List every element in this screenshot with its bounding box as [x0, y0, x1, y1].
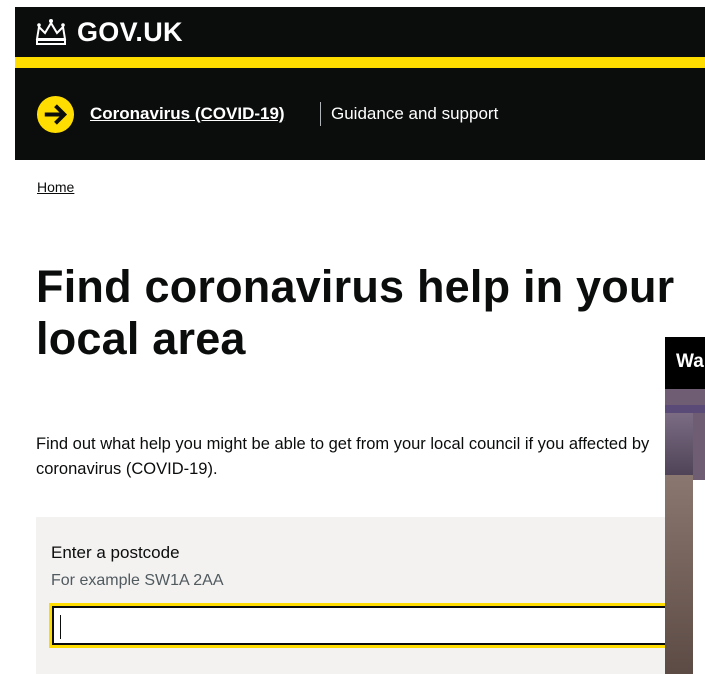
breadcrumb-home-link[interactable]: Home	[37, 177, 74, 197]
overlay-card	[693, 480, 705, 674]
govuk-logo-link[interactable]: GOV.UK	[33, 16, 183, 48]
banner-divider	[320, 102, 321, 126]
postcode-input[interactable]	[49, 603, 705, 648]
overlay-band	[665, 405, 705, 413]
crown-icon	[35, 19, 67, 45]
govuk-header: GOV.UK	[15, 7, 705, 57]
coronavirus-link[interactable]: Coronavirus (COVID-19)	[90, 102, 285, 126]
coronavirus-banner: Coronavirus (COVID-19) Guidance and supp…	[15, 68, 705, 160]
guidance-support-text: Guidance and support	[331, 104, 499, 123]
page-title: Find coronavirus help in your local area	[36, 261, 675, 364]
overlay-header: Wa	[665, 337, 705, 389]
arrow-right-circle-icon	[36, 95, 75, 134]
logo-text: GOV.UK	[77, 17, 183, 47]
postcode-form: Enter a postcode For example SW1A 2AA	[36, 517, 705, 674]
postcode-hint: For example SW1A 2AA	[51, 572, 224, 589]
postcode-label: Enter a postcode	[51, 543, 180, 562]
overlay-photo-top	[665, 413, 693, 475]
overlay-photo-bottom	[665, 475, 693, 674]
page-intro: Find out what help you might be able to …	[36, 435, 650, 478]
header-accent-stripe	[15, 57, 705, 68]
text-caret	[60, 615, 61, 639]
browser-page: GOV.UK Coronavirus (COVID-19) Guidance a…	[15, 7, 705, 674]
overlay-popup[interactable]: Wa	[665, 337, 705, 674]
overlay-title: Wa	[676, 351, 704, 372]
